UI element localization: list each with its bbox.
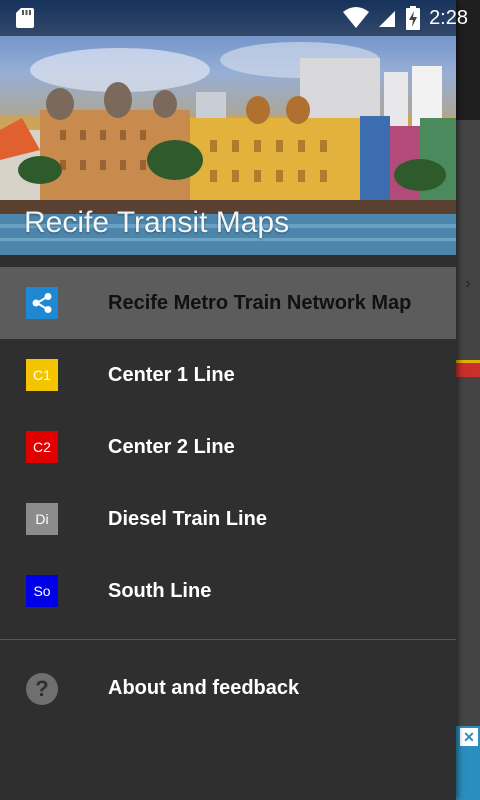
ad-close-icon[interactable]: ✕ (460, 728, 478, 746)
battery-charging-icon (406, 6, 421, 30)
share-network-icon (26, 287, 58, 319)
menu-item-label: About and feedback (108, 677, 300, 699)
menu-divider (0, 639, 456, 640)
menu-item-south-line[interactable]: So South Line (0, 555, 456, 627)
help-icon: ? (26, 673, 58, 705)
c2-line-badge-icon: C2 (26, 431, 58, 463)
signal-icon (379, 11, 396, 27)
sd-card-icon (16, 8, 34, 28)
menu-item-about-feedback[interactable]: ? About and feedback (0, 653, 456, 725)
wifi-icon (343, 7, 370, 28)
map-view (456, 120, 480, 730)
menu-item-center-1-line[interactable]: C1 Center 1 Line (0, 339, 456, 411)
navigation-drawer: Recife Transit Maps Recife Metro Train N… (0, 0, 456, 800)
c1-line-badge-icon: C1 (26, 359, 58, 391)
menu-item-network-map[interactable]: Recife Metro Train Network Map (0, 267, 456, 339)
drawer-header: Recife Transit Maps (0, 0, 456, 255)
diesel-line-badge-icon: Di (26, 503, 58, 535)
map-line-segment (456, 360, 480, 377)
status-time: 2:28 (429, 6, 468, 29)
status-bar: 2:28 (0, 0, 480, 36)
menu-item-label: Recife Metro Train Network Map (108, 291, 412, 314)
menu-item-label: Diesel Train Line (108, 507, 267, 530)
menu-item-label: Center 2 Line (108, 435, 235, 458)
app-toolbar (456, 36, 480, 120)
menu-item-diesel-train-line[interactable]: Di Diesel Train Line (0, 483, 456, 555)
drawer-header-title: Recife Transit Maps (24, 206, 290, 239)
menu-item-label: South Line (108, 579, 212, 602)
menu-item-label: Center 1 Line (108, 363, 235, 386)
south-line-badge-icon: So (26, 575, 58, 607)
menu-item-center-2-line[interactable]: C2 Center 2 Line (0, 411, 456, 483)
drawer-menu: Recife Metro Train Network Map C1 Center… (0, 267, 456, 627)
chevron-right-icon: › (465, 275, 471, 292)
